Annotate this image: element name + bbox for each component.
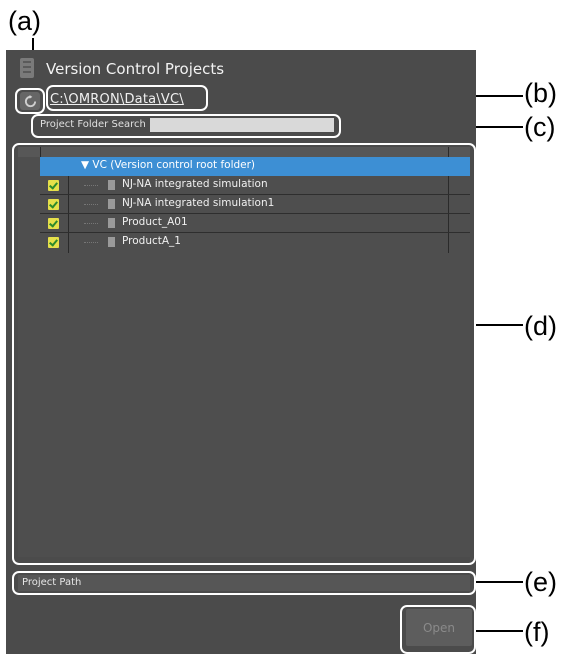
list-icon (20, 58, 34, 78)
panel-title: Version Control Projects (46, 60, 225, 78)
callout-d: (d) (524, 311, 557, 341)
leader-line-f (476, 630, 523, 632)
callout-outline-d (12, 143, 476, 565)
callout-outline-a (15, 88, 45, 114)
callout-outline-f (400, 605, 476, 654)
callout-outline-e (12, 571, 476, 595)
callout-e: (e) (524, 567, 557, 597)
callout-outline-c (31, 114, 341, 138)
callout-b: (b) (524, 78, 557, 108)
callout-f: (f) (524, 617, 550, 647)
callout-c: (c) (524, 112, 556, 142)
callout-a: (a) (8, 6, 41, 36)
callout-outline-b (46, 85, 208, 111)
leader-line-e (476, 581, 523, 583)
leader-line-d (476, 324, 523, 326)
